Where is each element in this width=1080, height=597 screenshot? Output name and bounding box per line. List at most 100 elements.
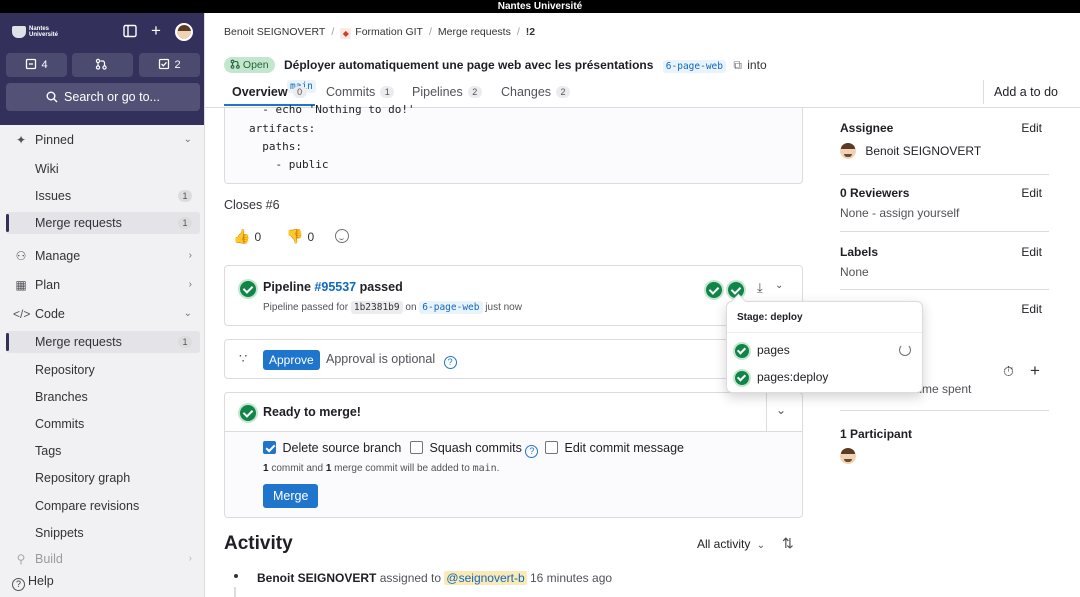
retry-icon[interactable] xyxy=(899,344,911,356)
job-pages-deploy[interactable]: pages:deploy xyxy=(735,367,915,387)
stopwatch-icon[interactable]: ⏱ xyxy=(1003,363,1014,380)
thumbs-down-reaction[interactable]: 👎 0 xyxy=(286,228,314,245)
sidebar-item-pinned[interactable]: ✦ Pinned ⌄ xyxy=(6,129,200,151)
help-button[interactable]: ? Help xyxy=(12,574,54,591)
project-icon: ◆ xyxy=(340,28,352,39)
pipeline-subtitle: Pipeline passed for 1b2381b9 on 6-page-w… xyxy=(263,301,522,314)
sidebar-item-repository-graph[interactable]: Repository graph xyxy=(6,467,200,489)
sidebar-item-plan[interactable]: ▦ Plan › xyxy=(6,274,200,296)
edit-milestone-button[interactable]: Edit xyxy=(1021,302,1042,316)
delete-source-branch-checkbox[interactable] xyxy=(263,441,276,454)
activity-filter-dropdown[interactable]: All activity ⌄ xyxy=(697,537,765,551)
sidebar-item-compare-revisions[interactable]: Compare revisions xyxy=(6,495,200,517)
breadcrumb-section[interactable]: Merge requests xyxy=(438,26,511,38)
sidebar-item-branches[interactable]: Branches xyxy=(6,386,200,408)
breadcrumb-user[interactable]: Benoit SEIGNOVERT xyxy=(224,26,325,38)
sidebar-item-build[interactable]: ⚲ Build › xyxy=(6,548,200,570)
university-logo[interactable]: Nantes Université xyxy=(12,23,72,43)
divider xyxy=(766,393,767,431)
merge-button[interactable]: Merge xyxy=(263,484,319,508)
breadcrumb-current[interactable]: !2 xyxy=(526,26,535,38)
tab-count: 2 xyxy=(556,86,571,98)
help-icon[interactable]: ? xyxy=(525,445,539,458)
sidebar-item-issues[interactable]: Issues 1 xyxy=(6,185,200,207)
search-button[interactable]: Search or go to... xyxy=(6,83,200,111)
users-icon: ⚇ xyxy=(15,249,27,263)
calendar-icon: ▦ xyxy=(15,278,27,292)
approve-button[interactable]: Approve xyxy=(263,350,320,370)
edit-labels-button[interactable]: Edit xyxy=(1021,245,1042,259)
activity-action: assigned to xyxy=(379,571,442,585)
edit-assignee-button[interactable]: Edit xyxy=(1021,121,1042,135)
sidebar-item-tags[interactable]: Tags xyxy=(6,440,200,462)
merge-widget: Ready to merge! ⌄ Delete source branch S… xyxy=(224,392,803,518)
commit-count: 1 xyxy=(263,463,269,474)
note-text: merge commit will be added to xyxy=(334,463,470,474)
sidebar-item-manage[interactable]: ⚇ Manage › xyxy=(6,245,200,267)
activity-heading: Activity xyxy=(224,533,293,554)
branch-link[interactable]: 6-page-web xyxy=(419,301,483,314)
tab-changes[interactable]: Changes 2 xyxy=(501,80,571,106)
thumbs-up-reaction[interactable]: 👍 0 xyxy=(233,228,261,245)
stage-test-status-icon[interactable] xyxy=(706,282,722,298)
sidebar-header: Nantes Université + 4 2 Search or go to.… xyxy=(0,13,204,125)
chevron-down-icon[interactable]: ⌄ xyxy=(775,280,783,291)
sort-direction-icon[interactable]: ⇅ xyxy=(782,535,794,552)
delete-source-branch-option[interactable]: Delete source branch xyxy=(263,441,401,455)
collapse-sidebar-icon[interactable] xyxy=(123,24,137,41)
merge-requests-counter[interactable] xyxy=(72,53,133,77)
tab-pipelines[interactable]: Pipelines 2 xyxy=(412,80,482,106)
sidebar-item-code[interactable]: </> Code ⌄ xyxy=(6,303,200,325)
todo-count: 2 xyxy=(174,59,181,71)
sidebar-item-merge-requests[interactable]: Merge requests 1 xyxy=(6,331,200,353)
job-pages[interactable]: pages xyxy=(735,340,915,360)
commit-sha[interactable]: 1b2381b9 xyxy=(350,301,403,314)
assignee-value[interactable]: Benoit SEIGNOVERT xyxy=(840,143,1049,159)
into-label: into xyxy=(747,58,767,72)
sidebar-item-repository[interactable]: Repository xyxy=(6,359,200,381)
todo-counter[interactable]: 2 xyxy=(139,53,200,77)
add-todo-button[interactable]: Add a to do xyxy=(983,80,1068,104)
sidebar-item-commits[interactable]: Commits xyxy=(6,413,200,435)
pipeline-link[interactable]: #95537 xyxy=(314,280,356,294)
sidebar-item-label: Manage xyxy=(35,249,81,263)
help-icon[interactable]: ? xyxy=(443,356,457,369)
merge-commit-count: 1 xyxy=(325,463,332,474)
approval-widget: ∵ Approve Approval is optional ? xyxy=(224,339,803,379)
reviewers-value[interactable]: None - assign yourself xyxy=(840,206,1049,220)
source-branch[interactable]: 6-page-web xyxy=(662,60,726,73)
sidebar-item-label: Commits xyxy=(35,417,85,431)
activity-user[interactable]: Benoit SEIGNOVERT xyxy=(257,571,376,585)
reviewers-label: 0 Reviewers xyxy=(840,186,910,200)
squash-commits-option[interactable]: Squash commits ? xyxy=(410,441,539,458)
code-line: paths: xyxy=(249,140,302,153)
sidebar-item-snippets[interactable]: Snippets xyxy=(6,522,200,544)
sidebar-item-label: Build xyxy=(35,552,63,566)
breadcrumb-project[interactable]: Formation GIT xyxy=(355,26,423,38)
chevron-down-icon[interactable]: ⌄ xyxy=(776,403,786,417)
avatar[interactable] xyxy=(175,23,193,41)
edit-commit-message-checkbox[interactable] xyxy=(545,441,558,454)
edit-commit-message-option[interactable]: Edit commit message xyxy=(545,441,684,455)
assignee-name: Benoit SEIGNOVERT xyxy=(865,144,982,158)
download-artifacts-icon[interactable]: ⤓ xyxy=(757,280,763,296)
code-line: artifacts: xyxy=(249,122,316,135)
thumbs-down-icon: 👎 xyxy=(286,228,304,244)
user-mention[interactable]: @seignovert-b xyxy=(444,571,527,585)
sidebar-item-wiki[interactable]: Wiki xyxy=(6,158,200,180)
participant-avatar[interactable] xyxy=(840,448,1049,464)
squash-commits-checkbox[interactable] xyxy=(410,441,423,454)
sidebar-item-label: Tags xyxy=(35,444,62,458)
plus-icon[interactable]: + xyxy=(1030,361,1040,381)
edit-reviewers-button[interactable]: Edit xyxy=(1021,186,1042,200)
add-reaction-icon[interactable] xyxy=(335,229,349,243)
plus-icon[interactable]: + xyxy=(151,22,161,39)
issues-counter[interactable]: 4 xyxy=(6,53,67,77)
thumbs-up-icon: 👍 xyxy=(233,228,251,244)
sidebar-item-label: Plan xyxy=(35,278,61,292)
copy-icon[interactable]: ⧉ xyxy=(733,58,742,72)
approval-optional-text: Approval is optional ? xyxy=(326,352,457,369)
on-label: on xyxy=(405,302,417,313)
tab-label: Pipelines xyxy=(412,85,463,99)
sidebar-item-pinned-merge-requests[interactable]: Merge requests 1 xyxy=(6,212,200,234)
